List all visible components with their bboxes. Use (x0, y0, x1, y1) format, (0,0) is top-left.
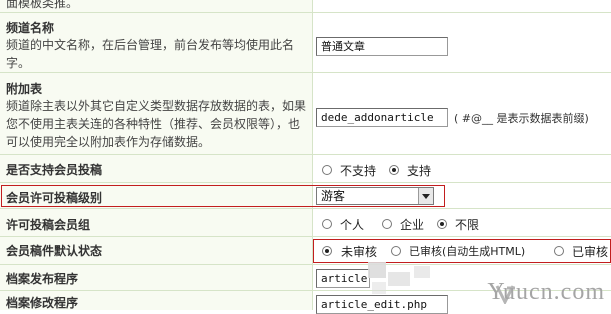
row-top-left: 面模板类推。 (0, 0, 313, 12)
publish-program-input[interactable]: article (316, 269, 370, 288)
edit-program-label: 档案修改程序 (6, 296, 79, 310)
row-addon-table-right: dede_addonarticle ( #@__ 是表示数据表前缀) (313, 73, 611, 154)
row-submit-level-left: 会员许可投稿级别 (0, 183, 313, 208)
row-addon-table-left: 附加表 频道除主表以外其它自定义类型数据存放数据的表，如果您不使用主表关连的各种… (0, 73, 313, 154)
row-publish-program-left: 档案发布程序 (0, 265, 313, 290)
default-status-option-reviewed: 已审核 (572, 245, 609, 259)
member-submit-radio-no[interactable] (322, 165, 332, 175)
addon-table-hint: ( #@__ 是表示数据表前缀) (454, 112, 589, 125)
top-desc: 面模板类推。 (6, 0, 79, 10)
edit-program-input[interactable]: article_edit.php (316, 295, 448, 314)
chevron-down-icon[interactable] (418, 188, 433, 204)
watermark-text: Yuucn.com (487, 279, 605, 305)
row-submit-group-left: 许可投稿会员组 (0, 209, 313, 236)
row-channel-name: 频道名称 频道的中文名称，在后台管理，前台发布等均使用此名字。 普通文章 (0, 13, 611, 73)
row-top: 面模板类推。 (0, 0, 611, 13)
submit-group-radio-unlimited[interactable] (437, 219, 447, 229)
blur-patch (414, 266, 430, 278)
channel-name-label: 频道名称 (6, 21, 55, 35)
row-submit-group: 许可投稿会员组 个人 企业 不限 (0, 209, 611, 237)
channel-settings-form: 面模板类推。 频道名称 频道的中文名称，在后台管理，前台发布等均使用此名字。 普… (0, 0, 611, 314)
default-status-radio-reviewed[interactable] (554, 246, 564, 256)
row-member-submit-right: 不支持 支持 (313, 155, 611, 182)
row-addon-table: 附加表 频道除主表以外其它自定义类型数据存放数据的表，如果您不使用主表关连的各种… (0, 73, 611, 155)
member-submit-label: 是否支持会员投稿 (6, 163, 103, 177)
addon-table-input[interactable]: dede_addonarticle (316, 108, 448, 127)
submit-level-select[interactable]: 游客 (316, 187, 434, 205)
row-submit-group-right: 个人 企业 不限 (313, 209, 611, 236)
channel-name-input[interactable]: 普通文章 (316, 37, 448, 56)
publish-program-label: 档案发布程序 (6, 272, 79, 286)
member-submit-option-no: 不支持 (340, 164, 377, 178)
default-status-radio-reviewed-html[interactable] (391, 246, 401, 256)
member-submit-radio-yes[interactable] (389, 165, 399, 175)
row-channel-name-right: 普通文章 (313, 13, 611, 72)
row-submit-level: 会员许可投稿级别 游客 (0, 183, 611, 209)
row-default-status: 会员稿件默认状态 未审核 已审核(自动生成HTML) 已审核 (0, 237, 611, 265)
submit-level-label: 会员许可投稿级别 (6, 191, 103, 205)
row-channel-name-left: 频道名称 频道的中文名称，在后台管理，前台发布等均使用此名字。 (0, 13, 313, 72)
default-status-label: 会员稿件默认状态 (6, 244, 103, 258)
row-member-submit: 是否支持会员投稿 不支持 支持 (0, 155, 611, 183)
blur-patch (388, 272, 410, 286)
member-submit-option-yes: 支持 (407, 164, 432, 178)
addon-table-desc: 频道除主表以外其它自定义类型数据存放数据的表，如果您不使用主表关连的各种特性（推… (6, 99, 307, 149)
submit-group-option-personal: 个人 (340, 218, 365, 232)
default-status-option-reviewed-html: 已审核(自动生成HTML) (409, 245, 526, 258)
default-status-radio-unreviewed[interactable] (322, 246, 332, 256)
row-top-right (313, 0, 611, 12)
blur-patch (368, 262, 386, 278)
submit-group-label: 许可投稿会员组 (6, 218, 91, 232)
submit-level-value: 游客 (321, 189, 346, 203)
row-default-status-left: 会员稿件默认状态 (0, 237, 313, 264)
submit-group-radio-company[interactable] (382, 219, 392, 229)
default-status-option-unreviewed: 未审核 (341, 245, 378, 259)
row-member-submit-left: 是否支持会员投稿 (0, 155, 313, 182)
submit-group-option-company: 企业 (400, 218, 425, 232)
row-edit-program-left: 档案修改程序 (0, 291, 313, 310)
row-default-status-right: 未审核 已审核(自动生成HTML) 已审核 (313, 237, 611, 264)
submit-group-option-unlimited: 不限 (455, 218, 480, 232)
addon-table-label: 附加表 (6, 82, 43, 96)
submit-group-radio-personal[interactable] (322, 219, 332, 229)
row-submit-level-right: 游客 (313, 183, 611, 208)
blur-patch (372, 282, 386, 294)
channel-name-desc: 频道的中文名称，在后台管理，前台发布等均使用此名字。 (6, 38, 295, 70)
